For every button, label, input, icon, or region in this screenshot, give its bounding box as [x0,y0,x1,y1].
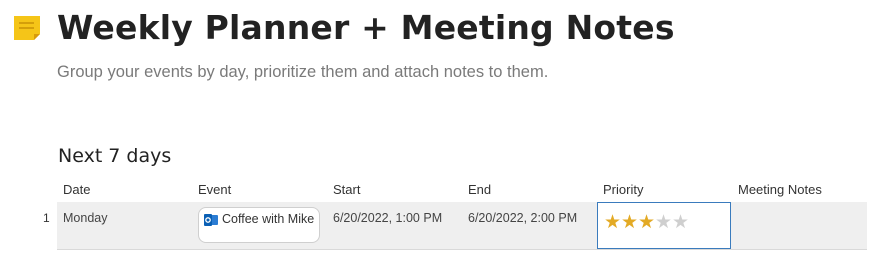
priority-cell[interactable]: ★★★★★ [597,202,731,249]
page-subtitle: Group your events by day, prioritize the… [57,63,549,81]
star-icon[interactable]: ★ [672,211,689,234]
star-icon[interactable]: ★ [655,211,672,234]
column-header-priority[interactable]: Priority [603,182,643,197]
star-icon[interactable]: ★ [621,211,638,234]
section-title: Next 7 days [58,145,172,167]
column-header-meeting-notes[interactable]: Meeting Notes [738,182,822,197]
column-header-end[interactable]: End [468,182,491,197]
start-cell[interactable]: 6/20/2022, 1:00 PM [333,211,442,225]
priority-rating[interactable]: ★★★★★ [604,211,689,234]
page-title: Weekly Planner + Meeting Notes [57,8,675,47]
date-cell[interactable]: Monday [63,211,107,225]
column-header-date[interactable]: Date [63,182,90,197]
sticky-note-icon [14,16,40,40]
table-row[interactable]: Monday Coffee with Mike 6/20/2022, 1:00 … [57,202,867,250]
event-chip[interactable]: Coffee with Mike [198,207,320,243]
end-cell[interactable]: 6/20/2022, 2:00 PM [468,211,577,225]
column-header-event[interactable]: Event [198,182,231,197]
event-label: Coffee with Mike [222,212,315,226]
star-icon[interactable]: ★ [638,211,655,234]
column-header-start[interactable]: Start [333,182,360,197]
table-header: Date Event Start End Priority Meeting No… [57,181,867,203]
row-number: 1 [43,211,50,225]
outlook-icon [204,214,218,226]
star-icon[interactable]: ★ [604,211,621,234]
